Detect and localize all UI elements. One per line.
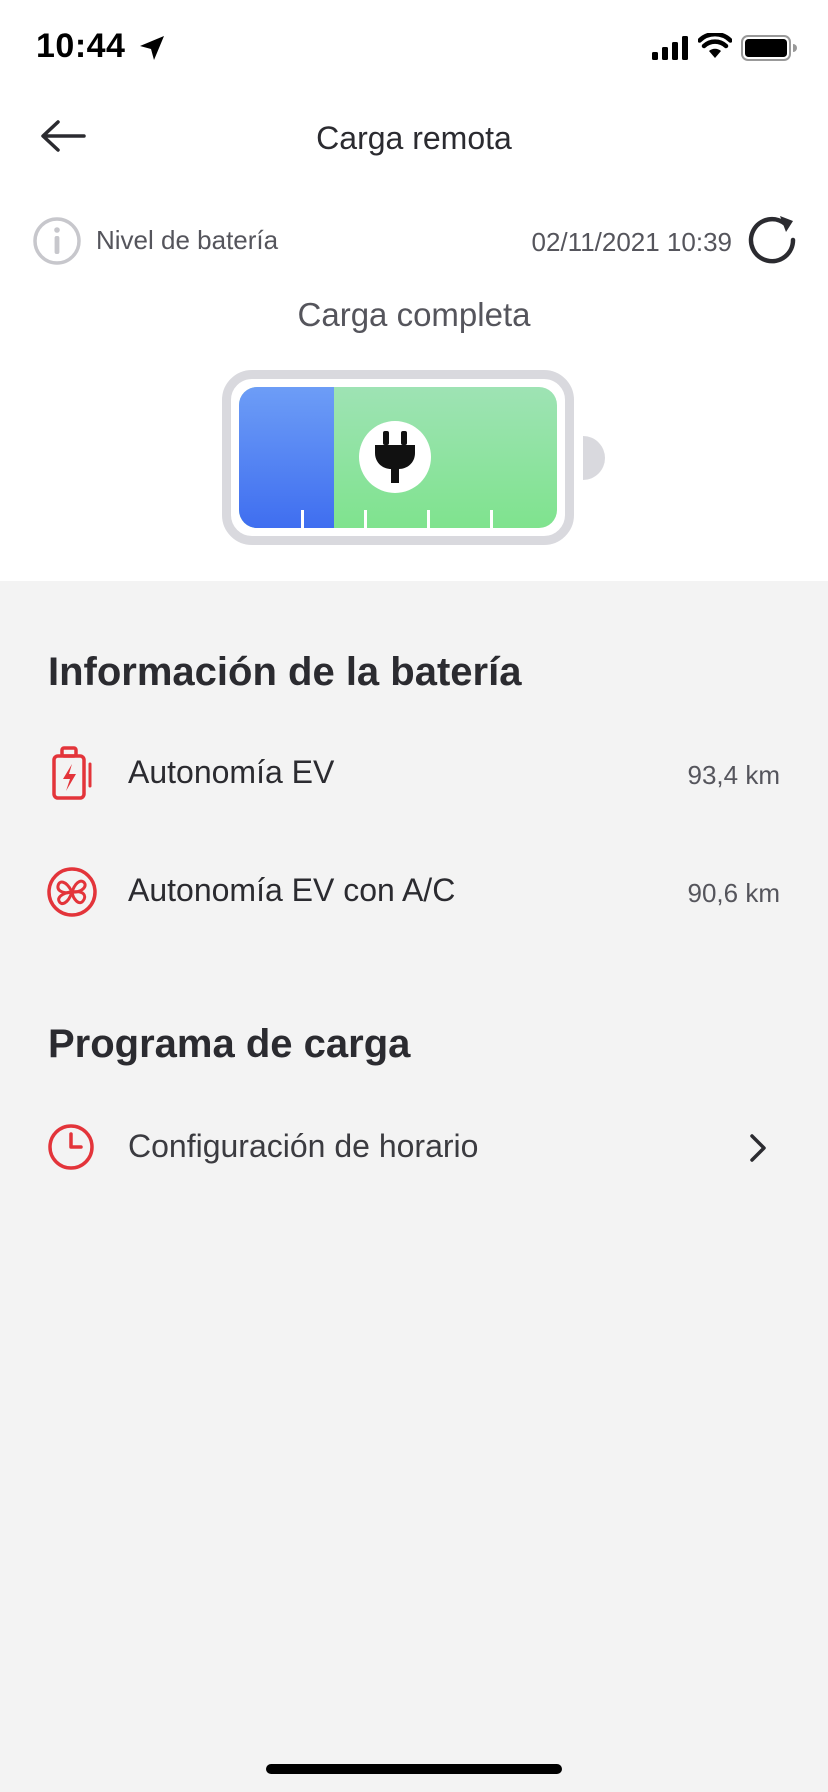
list-item: Autonomía EV 93,4 km (0, 732, 828, 822)
fan-icon (47, 867, 97, 917)
ev-range-label: Autonomía EV (128, 754, 335, 790)
home-indicator (266, 1764, 562, 1774)
info-icon[interactable] (32, 216, 82, 266)
list-item: Autonomía EV con A/C 90,6 km (0, 850, 828, 940)
battery-fill (239, 387, 557, 528)
battery-tick (301, 510, 304, 528)
refresh-icon (748, 216, 796, 264)
charge-program-title: Programa de carga (48, 1022, 411, 1066)
ev-range-value: 93,4 km (687, 760, 781, 790)
battery-level-graphic (222, 370, 574, 545)
battery-status-icon (741, 35, 797, 61)
cellular-signal-icon (652, 36, 688, 60)
battery-tick (364, 510, 367, 528)
chevron-right-icon (750, 1134, 766, 1162)
charge-status: Carga completa (297, 296, 531, 333)
location-arrow-icon (140, 36, 164, 60)
schedule-settings-label: Configuración de horario (128, 1128, 479, 1164)
ev-range-ac-label: Autonomía EV con A/C (128, 872, 456, 908)
wifi-icon (698, 33, 732, 58)
plug-badge (359, 421, 431, 493)
battery-level-bar (239, 387, 334, 528)
schedule-settings-item[interactable]: Configuración de horario (0, 1102, 828, 1192)
status-time: 10:44 (36, 27, 126, 65)
page-title: Carga remota (316, 120, 512, 156)
battery-info-title: Información de la batería (48, 650, 522, 694)
ev-range-ac-value: 90,6 km (687, 878, 781, 908)
battery-level-label: Nivel de batería (96, 225, 279, 255)
battery-tick (490, 510, 493, 528)
last-update-timestamp: 02/11/2021 10:39 (531, 227, 732, 257)
battery-tick (427, 510, 430, 528)
clock-icon (48, 1124, 94, 1170)
battery-charge-icon (52, 746, 92, 800)
refresh-button[interactable] (744, 212, 800, 273)
plug-icon (375, 431, 415, 483)
